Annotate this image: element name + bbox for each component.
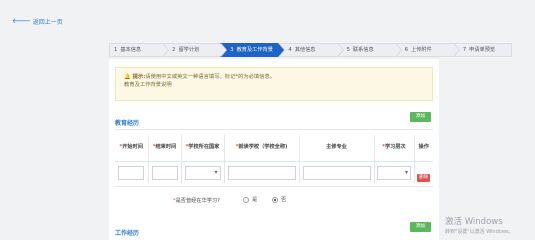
- section-divider: [115, 129, 433, 130]
- watermark-line-2: 转到"设置"以激活 Windows。: [445, 229, 514, 235]
- step-number: 4: [288, 47, 292, 53]
- col-start-time: *开始时间: [115, 135, 149, 162]
- step-label: 申请单预览: [469, 47, 496, 53]
- radio-circle-checked: [272, 196, 278, 203]
- studied-in-china-label: *是否曾经在华学习?: [173, 198, 220, 204]
- work-section-title: 工作经历: [115, 230, 140, 237]
- notice-line-2: 教育及工作背景说明: [124, 82, 172, 88]
- back-link-label: 返回上一页: [32, 19, 63, 26]
- section-divider: [115, 186, 433, 187]
- col-end-time: *结束时间: [148, 135, 182, 162]
- end-time-input[interactable]: [151, 166, 178, 181]
- step-2[interactable]: 2 留学计划: [162, 43, 228, 57]
- step-label: 留学计划: [178, 47, 200, 53]
- step-5[interactable]: 5 联系信息: [336, 43, 402, 57]
- major-input[interactable]: [302, 166, 371, 181]
- col-actions: 操作: [414, 135, 433, 162]
- radio-circle: [243, 196, 249, 203]
- col-study-level: *学习层次: [374, 135, 415, 162]
- notice-box: 🔔 提示:请使用中文或英文一种语言填写。标记*的为必填信息。 教育及工作背景说明: [115, 67, 433, 101]
- col-school-name: *就读学校（学校全称): [224, 135, 300, 162]
- radio-no-label: 否: [281, 197, 287, 203]
- delete-row-button[interactable]: 删除: [417, 173, 431, 182]
- step-number: 5: [346, 47, 350, 53]
- step-number: 3: [230, 47, 234, 53]
- school-country-select[interactable]: [184, 166, 221, 181]
- step-7[interactable]: 7 申请单预览: [452, 43, 512, 57]
- step-progress-bar: 1 基本信息 2 留学计划 3 教育及工作背景 4 其他信息 5 联系信息 6 上传附件 7…: [109, 43, 512, 57]
- add-education-button[interactable]: 添加: [410, 112, 431, 122]
- step-label: 其他信息: [294, 47, 316, 53]
- start-time-input[interactable]: [118, 166, 145, 181]
- radio-yes[interactable]: 是: [243, 196, 257, 203]
- form-card: 🔔 提示:请使用中文或英文一种语言填写。标记*的为必填信息。 教育及工作背景说明 …: [109, 59, 439, 240]
- step-1[interactable]: 1 基本信息: [109, 43, 170, 57]
- study-level-select[interactable]: [377, 166, 411, 181]
- bell-icon: 🔔: [124, 74, 131, 80]
- left-arrow-icon: 🡐: [12, 17, 31, 25]
- notice-label: 提示:: [132, 74, 146, 80]
- step-number: 7: [462, 47, 467, 53]
- step-4[interactable]: 4 其他信息: [278, 43, 344, 57]
- step-label: 上传附件: [411, 47, 432, 53]
- windows-activation-watermark: 激活 Windows 转到"设置"以激活 Windows。: [445, 215, 514, 235]
- table-header-row: *开始时间 *结束时间 *学校所在国家 *就读学校（学校全称) 主修专业 *学习…: [115, 135, 433, 162]
- studied-in-china-row: *是否曾经在华学习? 是 否: [115, 194, 433, 208]
- step-label: 教育及工作背景: [236, 47, 273, 53]
- step-label: 基本信息: [120, 47, 142, 53]
- step-number: 1: [114, 47, 118, 53]
- step-label: 联系信息: [352, 47, 374, 53]
- watermark-line-1: 激活 Windows: [445, 217, 503, 227]
- education-section-title: 教育经历: [115, 120, 140, 127]
- step-number: 6: [404, 47, 409, 53]
- school-name-input[interactable]: [227, 166, 296, 181]
- back-link[interactable]: 🡐 返回上一页: [12, 17, 63, 27]
- add-work-button[interactable]: 添加: [410, 222, 431, 232]
- notice-line-1: 请使用中文或英文一种语言填写。标记*的为必填信息。: [145, 74, 276, 80]
- table-row: 删除: [115, 161, 433, 183]
- step-6[interactable]: 6 上传附件: [394, 43, 461, 57]
- radio-no[interactable]: 否: [272, 196, 286, 203]
- step-number: 2: [172, 47, 176, 53]
- radio-yes-label: 是: [252, 197, 258, 203]
- col-major: 主修专业: [299, 135, 375, 162]
- step-3[interactable]: 3 教育及工作背景: [220, 43, 286, 57]
- col-school-country: *学校所在国家: [181, 135, 225, 162]
- education-table: *开始时间 *结束时间 *学校所在国家 *就读学校（学校全称) 主修专业 *学习…: [115, 135, 433, 183]
